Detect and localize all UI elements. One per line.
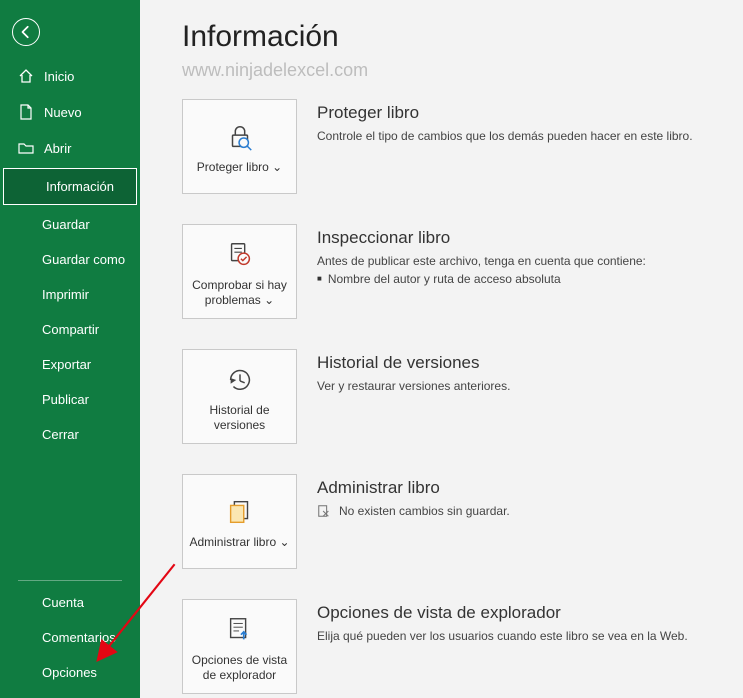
protect-heading: Proteger libro	[317, 103, 729, 123]
nav-export-label: Exportar	[42, 357, 91, 372]
home-icon	[18, 68, 34, 84]
nav-home-label: Inicio	[44, 69, 74, 84]
open-folder-icon	[18, 140, 34, 156]
back-arrow-icon	[19, 25, 33, 39]
browser-view-icon	[225, 613, 255, 647]
section-protect: Proteger libro ⌄ Proteger libro Controle…	[182, 99, 729, 194]
nav-new-label: Nuevo	[44, 105, 82, 120]
tile-browser-view-options[interactable]: Opciones de vista de explorador	[182, 599, 297, 694]
watermark-text: www.ninjadelexcel.com	[182, 60, 729, 81]
tile-manage-label: Administrar libro ⌄	[189, 535, 289, 550]
backstage-sidebar: Inicio Nuevo Abrir Información Guardar G…	[0, 0, 140, 698]
protect-text: Controle el tipo de cambios que los demá…	[317, 129, 729, 143]
nav-home[interactable]: Inicio	[0, 58, 140, 94]
inspect-item-1: Nombre del autor y ruta de acceso absolu…	[317, 272, 729, 286]
tile-check-label: Comprobar si hay problemas ⌄	[189, 278, 290, 308]
nav-save[interactable]: Guardar	[0, 207, 140, 242]
lock-icon	[225, 120, 255, 154]
section-versions: Historial de versiones Historial de vers…	[182, 349, 729, 444]
section-inspect: Comprobar si hay problemas ⌄ Inspecciona…	[182, 224, 729, 319]
nav-publish-label: Publicar	[42, 392, 89, 407]
tile-version-history[interactable]: Historial de versiones	[182, 349, 297, 444]
versions-heading: Historial de versiones	[317, 353, 729, 373]
manage-heading: Administrar libro	[317, 478, 729, 498]
nav-close-label: Cerrar	[42, 427, 79, 442]
nav-share-label: Compartir	[42, 322, 99, 337]
manage-text: No existen cambios sin guardar.	[339, 504, 510, 518]
nav-save-label: Guardar	[42, 217, 90, 232]
nav-options[interactable]: Opciones	[0, 655, 140, 690]
versions-text: Ver y restaurar versiones anteriores.	[317, 379, 729, 393]
tile-browser-label: Opciones de vista de explorador	[189, 653, 290, 683]
tile-manage-workbook[interactable]: Administrar libro ⌄	[182, 474, 297, 569]
nav-feedback-label: Comentarios	[42, 630, 116, 645]
nav-new[interactable]: Nuevo	[0, 94, 140, 130]
nav-open[interactable]: Abrir	[0, 130, 140, 166]
tile-versions-label: Historial de versiones	[189, 403, 290, 433]
section-manage: Administrar libro ⌄ Administrar libro No…	[182, 474, 729, 569]
new-file-icon	[18, 104, 34, 120]
tile-protect-workbook[interactable]: Proteger libro ⌄	[182, 99, 297, 194]
nav-export[interactable]: Exportar	[0, 347, 140, 382]
section-browser-view: Opciones de vista de explorador Opciones…	[182, 599, 729, 694]
back-button[interactable]	[12, 18, 40, 46]
check-document-icon	[225, 238, 255, 272]
browser-text: Elija qué pueden ver los usuarios cuando…	[317, 629, 729, 643]
history-icon	[225, 363, 255, 397]
inspect-heading: Inspeccionar libro	[317, 228, 729, 248]
nav-feedback[interactable]: Comentarios	[0, 620, 140, 655]
nav-account[interactable]: Cuenta	[0, 585, 140, 620]
nav-share[interactable]: Compartir	[0, 312, 140, 347]
inspect-lead: Antes de publicar este archivo, tenga en…	[317, 254, 729, 268]
page-title: Información	[182, 20, 729, 54]
nav-publish[interactable]: Publicar	[0, 382, 140, 417]
nav-close[interactable]: Cerrar	[0, 417, 140, 452]
nav-print[interactable]: Imprimir	[0, 277, 140, 312]
nav-info[interactable]: Información	[3, 168, 137, 205]
nav-info-label: Información	[46, 179, 114, 194]
no-changes-icon	[317, 504, 331, 518]
tile-protect-label: Proteger libro ⌄	[197, 160, 282, 175]
nav-options-label: Opciones	[42, 665, 97, 680]
nav-account-label: Cuenta	[42, 595, 84, 610]
backstage-main: Información www.ninjadelexcel.com Proteg…	[140, 0, 743, 698]
nav-save-as-label: Guardar como	[42, 252, 125, 267]
sidebar-separator	[18, 580, 122, 581]
nav-open-label: Abrir	[44, 141, 71, 156]
nav-save-as[interactable]: Guardar como	[0, 242, 140, 277]
manage-workbook-icon	[225, 495, 255, 529]
browser-heading: Opciones de vista de explorador	[317, 603, 729, 623]
tile-check-issues[interactable]: Comprobar si hay problemas ⌄	[182, 224, 297, 319]
nav-print-label: Imprimir	[42, 287, 89, 302]
